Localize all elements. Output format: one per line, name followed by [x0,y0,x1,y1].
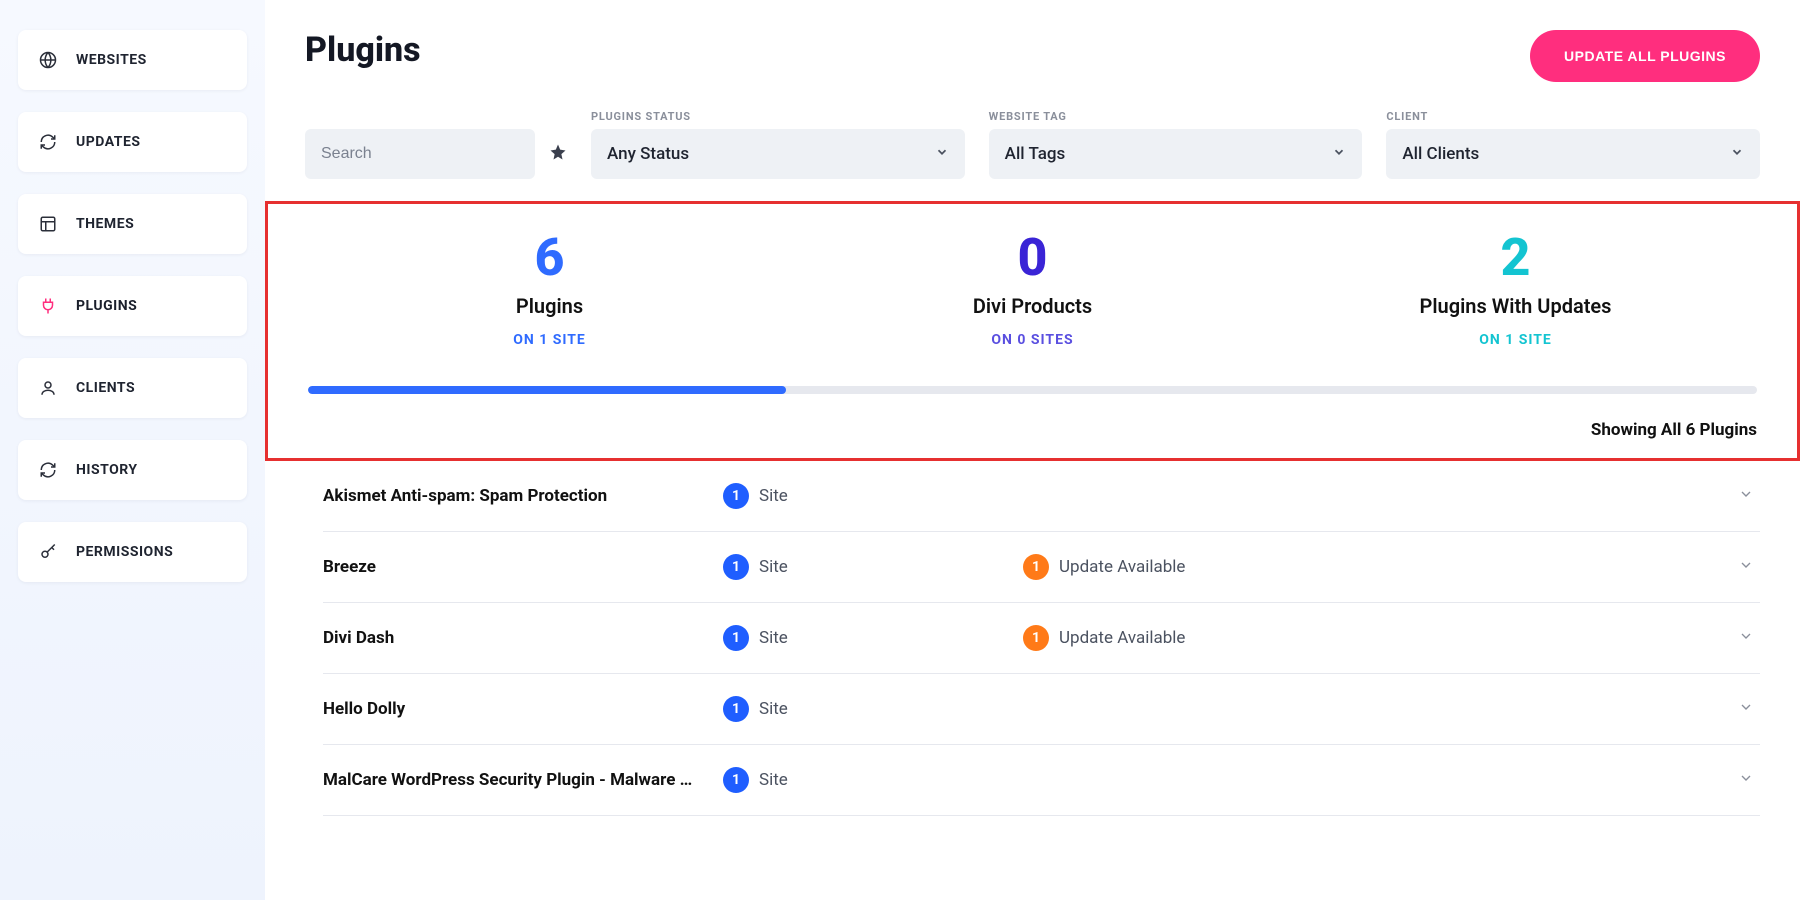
site-count-badge: 1 [723,625,749,651]
plugin-name: Breeze [323,557,723,577]
sidebar-item-history[interactable]: HISTORY [18,440,247,500]
stat-title: Plugins With Updates [1274,294,1757,318]
sidebar-item-plugins[interactable]: PLUGINS [18,276,247,336]
sidebar-item-permissions[interactable]: PERMISSIONS [18,522,247,582]
select-value: All Tags [1005,144,1066,164]
stat-plugins[interactable]: 6 Plugins ON 1 SITE [308,226,791,358]
filter-label: WEBSITE TAG [989,110,1363,123]
plugin-row[interactable]: MalCare WordPress Security Plugin - Malw… [323,745,1760,816]
search-input[interactable] [305,129,535,179]
sidebar-item-label: WEBSITES [76,52,147,68]
stat-plugins-with-updates[interactable]: 2 Plugins With Updates ON 1 SITE [1274,226,1757,358]
page-header: Plugins UPDATE ALL PLUGINS [305,30,1760,82]
site-word: Site [759,628,788,648]
site-count-badge: 1 [723,696,749,722]
user-icon [38,378,58,398]
site-count-badge: 1 [723,554,749,580]
stat-subtitle: ON 1 SITE [308,332,791,348]
stat-number: 6 [308,232,791,284]
sidebar-item-themes[interactable]: THEMES [18,194,247,254]
sidebar-item-label: CLIENTS [76,380,135,396]
plugin-site-cell: 1 Site [723,625,1023,651]
site-count-badge: 1 [723,767,749,793]
plugins-status-select[interactable]: Any Status [591,129,965,179]
update-count-badge: 1 [1023,554,1049,580]
update-label: Update Available [1059,628,1185,648]
update-label: Update Available [1059,557,1185,577]
plugin-list: Akismet Anti-spam: Spam Protection 1 Sit… [305,461,1760,816]
page-title: Plugins [305,30,421,70]
client-select[interactable]: All Clients [1386,129,1760,179]
stat-divi-products[interactable]: 0 Divi Products ON 0 SITES [791,226,1274,358]
stat-number: 0 [791,232,1274,284]
sidebar-item-label: HISTORY [76,462,138,478]
update-count-badge: 1 [1023,625,1049,651]
sidebar-item-label: PLUGINS [76,298,137,314]
plugin-row[interactable]: Hello Dolly 1 Site [323,674,1760,745]
website-tag-select[interactable]: All Tags [989,129,1363,179]
plugin-row[interactable]: Breeze 1 Site 1 Update Available [323,532,1760,603]
plugin-row[interactable]: Divi Dash 1 Site 1 Update Available [323,603,1760,674]
chevron-down-icon [1730,144,1744,164]
plugin-name: Divi Dash [323,628,723,648]
stats-row: 6 Plugins ON 1 SITE 0 Divi Products ON 0… [268,214,1797,358]
stat-number: 2 [1274,232,1757,284]
plugin-row[interactable]: Akismet Anti-spam: Spam Protection 1 Sit… [323,461,1760,532]
select-value: Any Status [607,144,689,164]
sidebar-item-label: THEMES [76,216,134,232]
site-word: Site [759,770,788,790]
stats-progress-track [308,386,1757,394]
filter-status-group: PLUGINS STATUS Any Status [591,110,965,179]
refresh-icon [38,460,58,480]
main-content: Plugins UPDATE ALL PLUGINS PLUGINS STATU… [265,0,1800,900]
site-count-badge: 1 [723,483,749,509]
plugin-name: Hello Dolly [323,699,723,719]
chevron-down-icon [1720,699,1760,719]
layout-icon [38,214,58,234]
plugin-site-cell: 1 Site [723,767,1023,793]
star-icon[interactable] [549,143,567,165]
sidebar-item-clients[interactable]: CLIENTS [18,358,247,418]
select-value: All Clients [1402,144,1479,164]
site-word: Site [759,486,788,506]
sidebar-item-label: UPDATES [76,134,140,150]
chevron-down-icon [935,144,949,164]
plugin-site-cell: 1 Site [723,483,1023,509]
key-icon [38,542,58,562]
stat-title: Divi Products [791,294,1274,318]
site-word: Site [759,557,788,577]
stats-progress-fill [308,386,786,394]
filter-client-group: CLIENT All Clients [1386,110,1760,179]
filter-tag-group: WEBSITE TAG All Tags [989,110,1363,179]
chevron-down-icon [1720,486,1760,506]
stat-title: Plugins [308,294,791,318]
sidebar: WEBSITES UPDATES THEMES PLUGINS CLIENTS … [0,0,265,900]
globe-icon [38,50,58,70]
plugin-update-cell: 1 Update Available [1023,625,1720,651]
chevron-down-icon [1332,144,1346,164]
sidebar-item-updates[interactable]: UPDATES [18,112,247,172]
filter-label: PLUGINS STATUS [591,110,965,123]
filters-row: PLUGINS STATUS Any Status WEBSITE TAG Al… [305,110,1760,179]
plugin-site-cell: 1 Site [723,554,1023,580]
chevron-down-icon [1720,628,1760,648]
sidebar-item-websites[interactable]: WEBSITES [18,30,247,90]
chevron-down-icon [1720,770,1760,790]
update-all-plugins-button[interactable]: UPDATE ALL PLUGINS [1530,30,1760,82]
stat-subtitle: ON 0 SITES [791,332,1274,348]
stat-subtitle: ON 1 SITE [1274,332,1757,348]
refresh-icon [38,132,58,152]
plugin-update-cell: 1 Update Available [1023,554,1720,580]
plugin-name: MalCare WordPress Security Plugin - Malw… [323,770,723,790]
plugin-name: Akismet Anti-spam: Spam Protection [323,486,723,506]
search-group [305,129,567,179]
sidebar-item-label: PERMISSIONS [76,544,173,560]
showing-count: Showing All 6 Plugins [268,394,1797,440]
chevron-down-icon [1720,557,1760,577]
filter-label: CLIENT [1386,110,1760,123]
plug-icon [38,296,58,316]
plugin-site-cell: 1 Site [723,696,1023,722]
site-word: Site [759,699,788,719]
stats-highlight-box: 6 Plugins ON 1 SITE 0 Divi Products ON 0… [265,201,1800,461]
